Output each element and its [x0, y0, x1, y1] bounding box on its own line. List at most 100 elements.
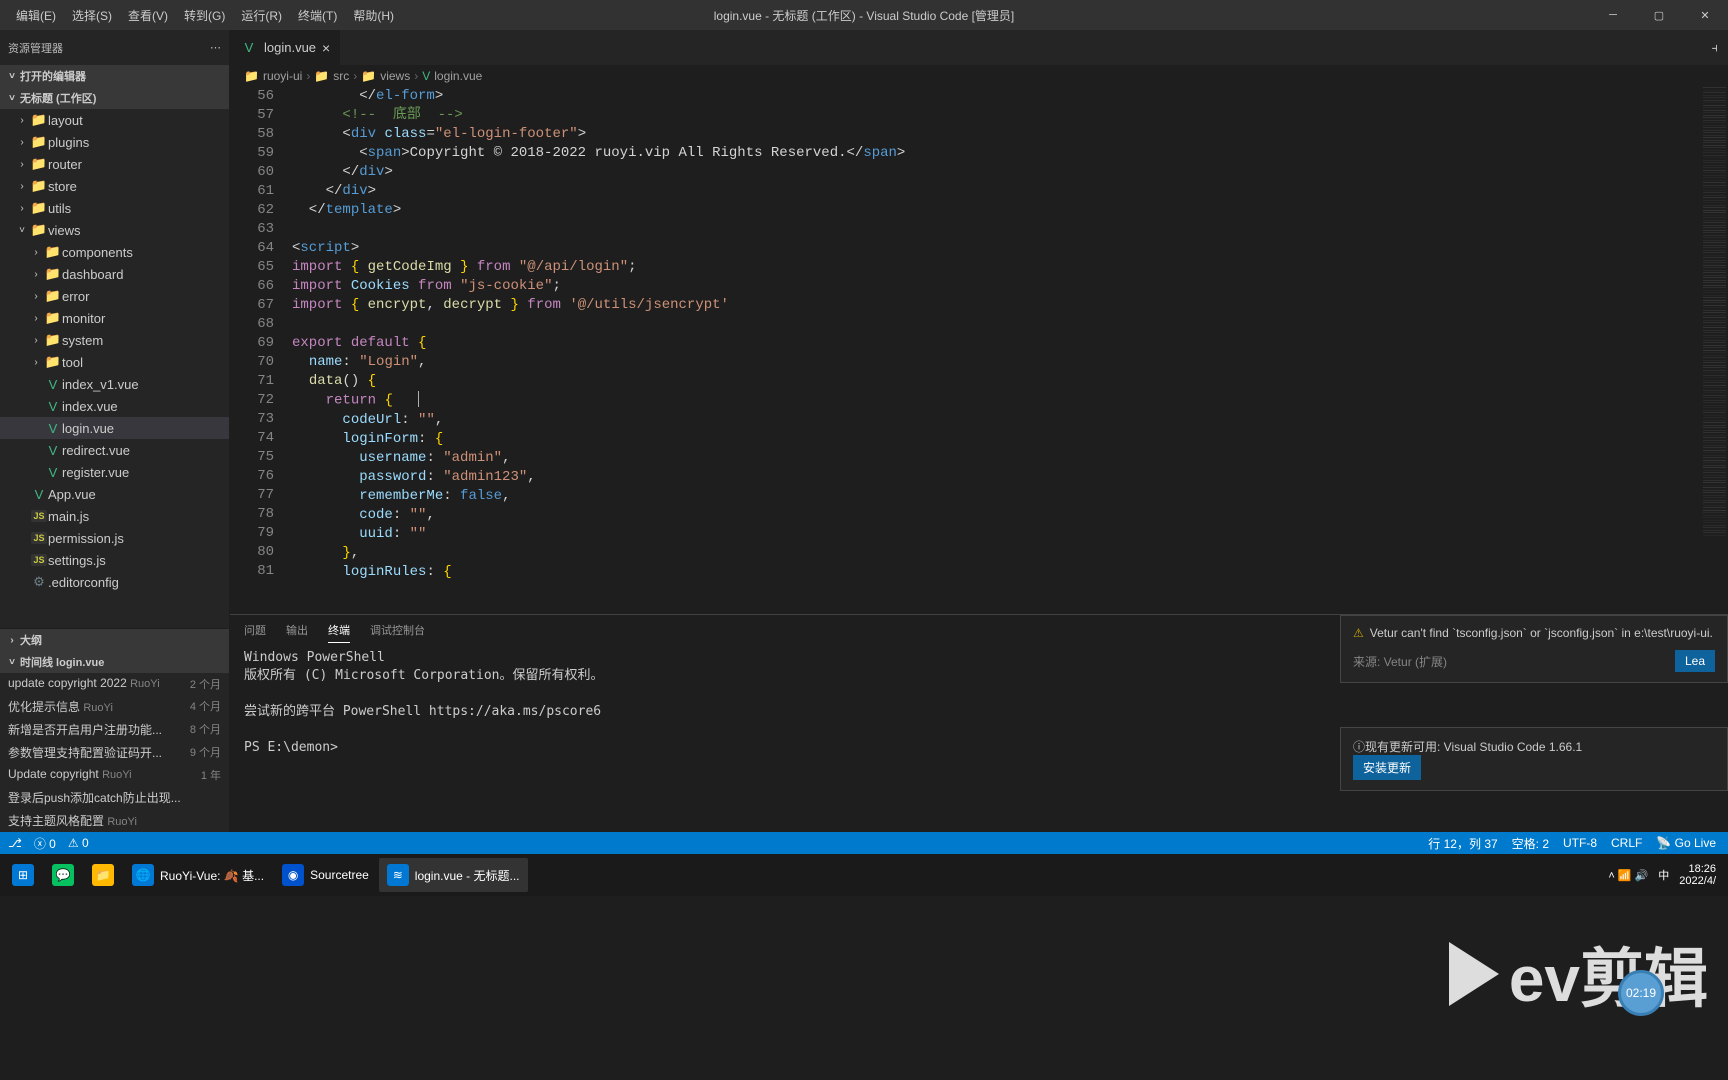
- explorer-icon: 📁: [92, 864, 114, 886]
- timeline-item[interactable]: update copyright 2022 RuoYi2 个月: [0, 673, 229, 695]
- menu-item[interactable]: 查看(V): [120, 3, 176, 28]
- panel-tab[interactable]: 问题: [244, 618, 266, 642]
- folder-item[interactable]: ›📁system: [0, 329, 229, 351]
- timeline-item[interactable]: 优化提示信息 RuoYi4 个月: [0, 695, 229, 718]
- maximize-button[interactable]: ▢: [1636, 0, 1682, 30]
- close-button[interactable]: ✕: [1682, 0, 1728, 30]
- more-icon[interactable]: ⋯: [210, 41, 221, 54]
- open-editors-header[interactable]: ˅打开的编辑器: [0, 65, 229, 87]
- go-live[interactable]: 📡 Go Live: [1656, 836, 1716, 850]
- taskbar-item[interactable]: 🌐RuoYi-Vue: 🍂 基...: [124, 858, 272, 892]
- file-item[interactable]: VApp.vue: [0, 483, 229, 505]
- cursor-position[interactable]: 行 12，列 37: [1428, 835, 1497, 852]
- tree-label: monitor: [62, 311, 105, 326]
- menu-item[interactable]: 终端(T): [290, 3, 345, 28]
- taskbar-item[interactable]: ⊞: [4, 858, 42, 892]
- taskbar-item[interactable]: 💬: [44, 858, 82, 892]
- folder-item[interactable]: ›📁error: [0, 285, 229, 307]
- file-item[interactable]: Vredirect.vue: [0, 439, 229, 461]
- split-editor-icon[interactable]: ⫞: [1712, 40, 1719, 56]
- file-item[interactable]: JSpermission.js: [0, 527, 229, 549]
- folder-item[interactable]: ˅📁views: [0, 219, 229, 241]
- menu-item[interactable]: 运行(R): [233, 3, 290, 28]
- menubar: 编辑(E)选择(S)查看(V)转到(G)运行(R)终端(T)帮助(H): [0, 3, 402, 28]
- menu-item[interactable]: 选择(S): [64, 3, 120, 28]
- code-editor[interactable]: 5657585960616263646566676869707172737475…: [230, 87, 1728, 614]
- editor-area: V login.vue × ⫞ 📁 ruoyi-ui›📁 src›📁 views…: [230, 30, 1728, 832]
- folder-item[interactable]: ›📁tool: [0, 351, 229, 373]
- workspace-header[interactable]: ˅无标题 (工作区): [0, 87, 229, 109]
- notification-source: 来源: Vetur (扩展): [1353, 653, 1447, 670]
- folder-item[interactable]: ›📁monitor: [0, 307, 229, 329]
- taskbar-label: Sourcetree: [310, 868, 369, 882]
- system-tray[interactable]: ˄ 📶 🔊 中 18:26 2022/4/: [1608, 863, 1724, 887]
- folder-icon: 📁: [30, 222, 48, 238]
- statusbar: ⎇ ⓧ 0 ⚠ 0 行 12，列 37 空格: 2 UTF-8 CRLF 📡 G…: [0, 832, 1728, 854]
- menu-item[interactable]: 编辑(E): [8, 3, 64, 28]
- breadcrumb-part[interactable]: src: [333, 69, 349, 83]
- menu-item[interactable]: 帮助(H): [345, 3, 402, 28]
- breadcrumb[interactable]: 📁 ruoyi-ui›📁 src›📁 views›V login.vue: [230, 65, 1728, 87]
- ime-indicator[interactable]: 中: [1658, 867, 1669, 883]
- taskbar-item[interactable]: 📁: [84, 858, 122, 892]
- breadcrumb-part[interactable]: ruoyi-ui: [263, 69, 302, 83]
- folder-item[interactable]: ›📁layout: [0, 109, 229, 131]
- folder-item[interactable]: ›📁components: [0, 241, 229, 263]
- encoding[interactable]: UTF-8: [1563, 836, 1597, 850]
- tray-icons[interactable]: ˄ 📶 🔊: [1608, 869, 1648, 882]
- taskbar-item[interactable]: ≋login.vue - 无标题...: [379, 858, 528, 892]
- file-item[interactable]: Vindex_v1.vue: [0, 373, 229, 395]
- warnings-indicator[interactable]: ⚠ 0: [68, 836, 89, 850]
- minimize-button[interactable]: ─: [1590, 0, 1636, 30]
- breadcrumb-part[interactable]: views: [380, 69, 410, 83]
- tree-label: login.vue: [62, 421, 114, 436]
- file-item[interactable]: Vlogin.vue: [0, 417, 229, 439]
- folder-item[interactable]: ›📁store: [0, 175, 229, 197]
- tree-label: register.vue: [62, 465, 129, 480]
- eol[interactable]: CRLF: [1611, 836, 1642, 850]
- panel-tab[interactable]: 终端: [328, 618, 350, 643]
- folder-icon: 📁: [44, 288, 62, 304]
- breadcrumb-part[interactable]: login.vue: [434, 69, 482, 83]
- file-item[interactable]: JSmain.js: [0, 505, 229, 527]
- timeline-header[interactable]: ˅时间线 login.vue: [0, 651, 229, 673]
- folder-icon: 📁: [30, 112, 48, 128]
- close-icon[interactable]: ×: [322, 40, 330, 56]
- outline-header[interactable]: ›大纲: [0, 629, 229, 651]
- timeline-item[interactable]: 参数管理支持配置验证码开... 9 个月: [0, 741, 229, 764]
- errors-indicator[interactable]: ⓧ 0: [34, 835, 56, 852]
- js-icon: JS: [30, 532, 48, 544]
- timeline-item[interactable]: 支持主题风格配置 RuoYi: [0, 809, 229, 832]
- taskbar-item[interactable]: ◉Sourcetree: [274, 858, 377, 892]
- indentation[interactable]: 空格: 2: [1512, 835, 1549, 852]
- file-item[interactable]: Vindex.vue: [0, 395, 229, 417]
- menu-item[interactable]: 转到(G): [176, 3, 233, 28]
- timeline-item[interactable]: 登录后push添加catch防止出现...: [0, 786, 229, 809]
- chevron-icon: ›: [28, 269, 44, 280]
- notification-action-button[interactable]: Lea: [1675, 650, 1715, 672]
- notification-vetur: ⚠Vetur can't find `tsconfig.json` or `js…: [1340, 615, 1728, 683]
- timeline-item[interactable]: Update copyright RuoYi1 年: [0, 764, 229, 786]
- file-item[interactable]: ⚙.editorconfig: [0, 571, 229, 593]
- chevron-icon: ›: [14, 115, 30, 126]
- tab-login-vue[interactable]: V login.vue ×: [230, 30, 341, 65]
- file-item[interactable]: Vregister.vue: [0, 461, 229, 483]
- vue-icon: V: [44, 399, 62, 414]
- folder-item[interactable]: ›📁router: [0, 153, 229, 175]
- chevron-icon: ›: [14, 159, 30, 170]
- panel-tab[interactable]: 输出: [286, 618, 308, 642]
- panel-tab[interactable]: 调试控制台: [370, 618, 425, 642]
- tree-label: layout: [48, 113, 83, 128]
- folder-item[interactable]: ›📁plugins: [0, 131, 229, 153]
- sidebar: 资源管理器 ⋯ ˅打开的编辑器 ˅无标题 (工作区) ›📁layout›📁plu…: [0, 30, 230, 832]
- minimap[interactable]: [1700, 87, 1728, 614]
- folder-item[interactable]: ›📁dashboard: [0, 263, 229, 285]
- timeline-item[interactable]: 新增是否开启用户注册功能... 8 个月: [0, 718, 229, 741]
- tree-label: tool: [62, 355, 83, 370]
- folder-item[interactable]: ›📁utils: [0, 197, 229, 219]
- install-update-button[interactable]: 安装更新: [1353, 755, 1421, 780]
- folder-icon: 📁: [44, 332, 62, 348]
- remote-indicator[interactable]: ⎇: [8, 836, 22, 850]
- file-item[interactable]: JSsettings.js: [0, 549, 229, 571]
- vscode-icon: ≋: [387, 864, 409, 886]
